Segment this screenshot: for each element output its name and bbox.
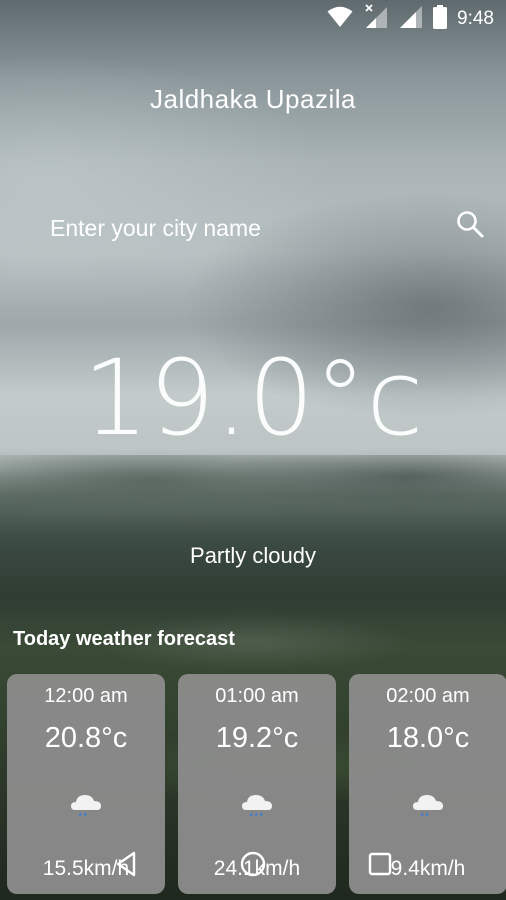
signal-icon [399,5,423,34]
city-name: Jaldhaka Upazila [149,84,356,114]
cloudy-rain-icon [237,778,277,818]
search-bar [50,208,490,248]
back-button[interactable] [96,846,156,886]
night-cloudy-rain-icon [66,778,106,818]
forecast-temperature: 19.2°c [215,722,299,754]
battery-icon [433,4,448,34]
navigation-bar [0,846,506,900]
wifi-icon [327,6,353,33]
forecast-time: 12:00 am [44,685,128,707]
home-button[interactable] [223,846,283,886]
search-icon [455,209,485,244]
home-icon [239,850,267,883]
weather-condition: Partly cloudy [190,543,316,568]
current-temperature: 19.0°c [82,337,424,459]
recents-icon [367,851,393,882]
forecast-temperature: 18.0°c [386,722,470,754]
city-search-input[interactable] [50,208,440,248]
recents-button[interactable] [350,846,410,886]
forecast-title: Today weather forecast [13,628,235,650]
night-cloudy-rain-icon [408,778,448,818]
mobile-data-icon [363,3,389,35]
search-button[interactable] [452,208,488,244]
forecast-temperature: 20.8°c [44,722,128,754]
back-icon [114,851,138,882]
status-bar: 9:48 [0,0,506,38]
forecast-time: 01:00 am [215,685,299,707]
status-clock: 9:48 [457,8,494,29]
forecast-time: 02:00 am [386,685,470,707]
